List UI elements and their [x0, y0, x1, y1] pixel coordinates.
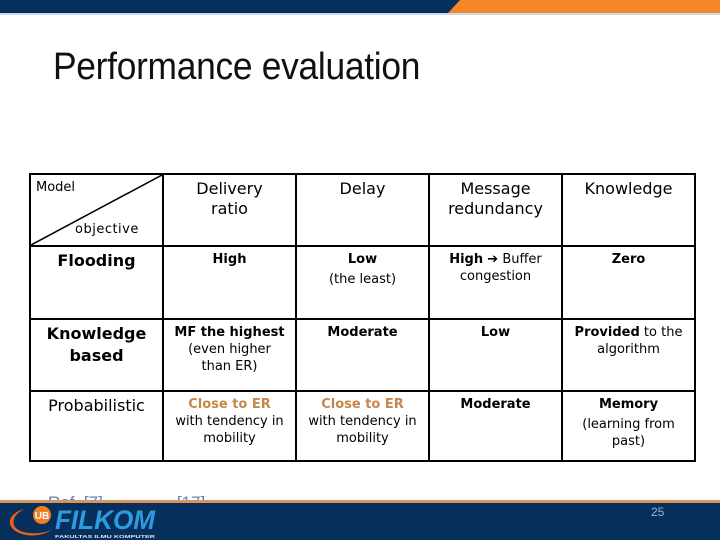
- model-name: based: [69, 346, 124, 365]
- cell-note: Buffer: [502, 252, 542, 267]
- corner-label-model: Model: [36, 180, 76, 195]
- header-message-redundancy: Message redundancy: [428, 173, 563, 247]
- header-delivery-ratio: Delivery ratio: [162, 173, 297, 247]
- cell-value: Provided: [574, 325, 640, 340]
- cell-value: Close to ER: [321, 397, 404, 412]
- cell-message-redundancy: High ➔ Buffer congestion: [428, 245, 563, 320]
- table-header-row: Model objective Delivery ratio Delay Mes…: [29, 173, 696, 247]
- cell-value: Moderate: [327, 325, 398, 340]
- cell-delivery-ratio: MF the highest (even higher than ER): [162, 318, 297, 392]
- corner-label-objective: objective: [75, 222, 139, 237]
- model-name: Probabilistic: [48, 396, 145, 415]
- cell-message-redundancy: Moderate: [428, 390, 563, 462]
- model-name: Flooding: [57, 251, 136, 270]
- corner-cell: Model objective: [29, 173, 164, 247]
- cell-note: (the least): [328, 272, 397, 287]
- top-banner-accent: [448, 0, 720, 13]
- cell-value: Low: [347, 252, 378, 267]
- header-text: Delay: [339, 179, 386, 198]
- table-row: Probabilistic Close to ER with tendency …: [29, 390, 696, 462]
- cell-note: to the: [643, 325, 683, 340]
- cell-value: Moderate: [460, 397, 531, 412]
- cell-note: mobility: [336, 431, 389, 446]
- page-number: 25: [651, 505, 665, 519]
- cell-value: Close to ER: [188, 397, 271, 412]
- table-row: Knowledge based MF the highest (even hig…: [29, 318, 696, 392]
- cell-value: Zero: [611, 252, 646, 267]
- header-text: redundancy: [448, 199, 543, 218]
- header-knowledge: Knowledge: [561, 173, 696, 247]
- cell-note: past): [611, 434, 646, 449]
- header-delay: Delay: [295, 173, 430, 247]
- cell-note: than ER): [201, 359, 258, 374]
- row-header-flooding: Flooding: [29, 245, 164, 320]
- filkom-logo: UB FILKOM FAKULTAS ILMU KOMPUTER: [9, 505, 156, 539]
- cell-note: with tendency in: [308, 414, 417, 429]
- cell-knowledge: Zero: [561, 245, 696, 320]
- cell-message-redundancy: Low: [428, 318, 563, 392]
- cell-note: congestion: [459, 269, 532, 284]
- cell-note: (learning from: [582, 417, 675, 432]
- header-text: Knowledge: [584, 179, 673, 198]
- cell-note: mobility: [203, 431, 256, 446]
- cell-delivery-ratio: Close to ER with tendency in mobility: [162, 390, 297, 462]
- cell-delay: Close to ER with tendency in mobility: [295, 390, 430, 462]
- cell-note: algorithm: [597, 342, 660, 357]
- header-text: Delivery: [196, 179, 263, 198]
- cell-delivery-ratio: High: [162, 245, 297, 320]
- cell-value: High: [212, 252, 247, 267]
- row-header-probabilistic: Probabilistic: [29, 390, 164, 462]
- row-header-knowledge-based: Knowledge based: [29, 318, 164, 392]
- arrow-right-icon: ➔: [487, 252, 499, 267]
- cell-value: High: [449, 252, 484, 267]
- logo-wordmark: FILKOM: [55, 505, 155, 535]
- performance-table: Model objective Delivery ratio Delay Mes…: [29, 173, 696, 462]
- slide-title: Performance evaluation: [53, 46, 421, 88]
- header-text: ratio: [211, 199, 248, 218]
- cell-knowledge: Memory (learning from past): [561, 390, 696, 462]
- cell-note: with tendency in: [175, 414, 284, 429]
- cell-delay: Low (the least): [295, 245, 430, 320]
- header-text: Message: [460, 179, 531, 198]
- ub-badge-text: UB: [35, 511, 49, 522]
- cell-delay: Moderate: [295, 318, 430, 392]
- model-name: Knowledge: [46, 324, 147, 343]
- cell-note: (even higher: [188, 342, 271, 357]
- cell-knowledge: Provided to the algorithm: [561, 318, 696, 392]
- cell-value: MF the highest: [174, 325, 285, 340]
- table-row: Flooding High Low (the least) High ➔ Buf…: [29, 245, 696, 320]
- top-banner-divider: [0, 13, 720, 15]
- cell-value: Low: [480, 325, 511, 340]
- logo-subtitle: FAKULTAS ILMU KOMPUTER: [55, 534, 156, 539]
- cell-value: Memory: [598, 397, 659, 412]
